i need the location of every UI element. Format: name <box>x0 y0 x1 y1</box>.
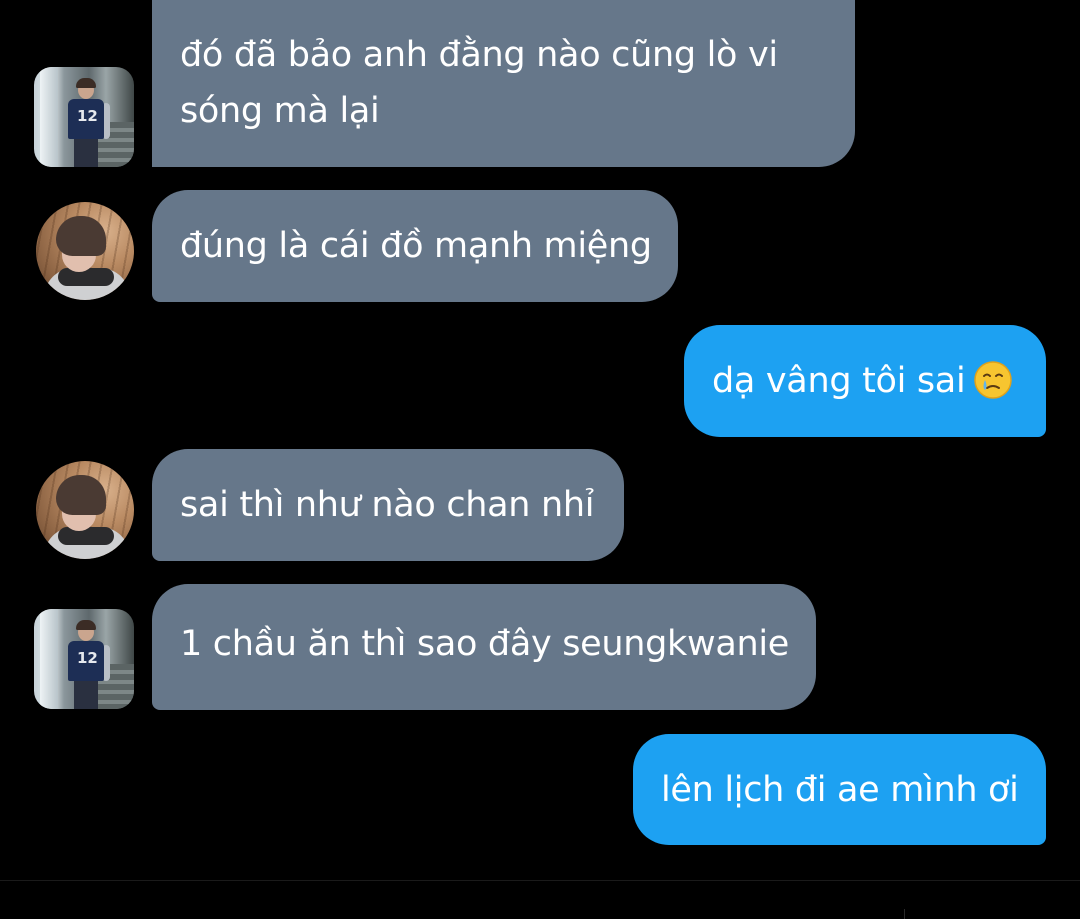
avatar[interactable]: 12 <box>34 609 134 709</box>
face-holding-back-tears-icon <box>974 361 1013 399</box>
message-bubble-outgoing[interactable]: lên lịch đi ae mình ơi <box>633 734 1046 845</box>
message-text: sóng mà lại <box>180 91 380 131</box>
chat-thread: 12 đó đã bảo anh đằng nào cũng lò vi són… <box>0 0 1080 880</box>
composer-bar <box>0 881 1080 919</box>
avatar-photo-detail: 12 <box>68 78 110 167</box>
message-bubble-outgoing[interactable]: dạ vâng tôi sai <box>684 325 1046 437</box>
message-text: lên lịch đi ae mình ơi <box>661 770 1019 810</box>
message-text: dạ vâng tôi sai <box>712 361 966 401</box>
message-text: đó đã bảo anh đằng nào cũng lò vi <box>180 35 778 75</box>
message-text: 1 chầu ăn thì sao đây seungkwanie <box>180 624 790 664</box>
message-bubble-incoming[interactable]: đúng là cái đồ mạnh miệng <box>152 190 678 302</box>
message-text: sai thì như nào chan nhỉ <box>180 485 595 525</box>
message-bubble-incoming[interactable]: sai thì như nào chan nhỉ <box>152 449 624 561</box>
avatar-photo-detail <box>40 67 58 167</box>
message-bubble-incoming[interactable]: 1 chầu ăn thì sao đây seungkwanie <box>152 584 816 710</box>
avatar[interactable]: 12 <box>34 67 134 167</box>
avatar[interactable] <box>36 202 134 300</box>
message-text: đúng là cái đồ mạnh miệng <box>180 226 652 266</box>
divider <box>904 909 905 919</box>
message-bubble-incoming[interactable]: đó đã bảo anh đằng nào cũng lò vi sóng m… <box>152 0 855 167</box>
avatar[interactable] <box>36 461 134 559</box>
